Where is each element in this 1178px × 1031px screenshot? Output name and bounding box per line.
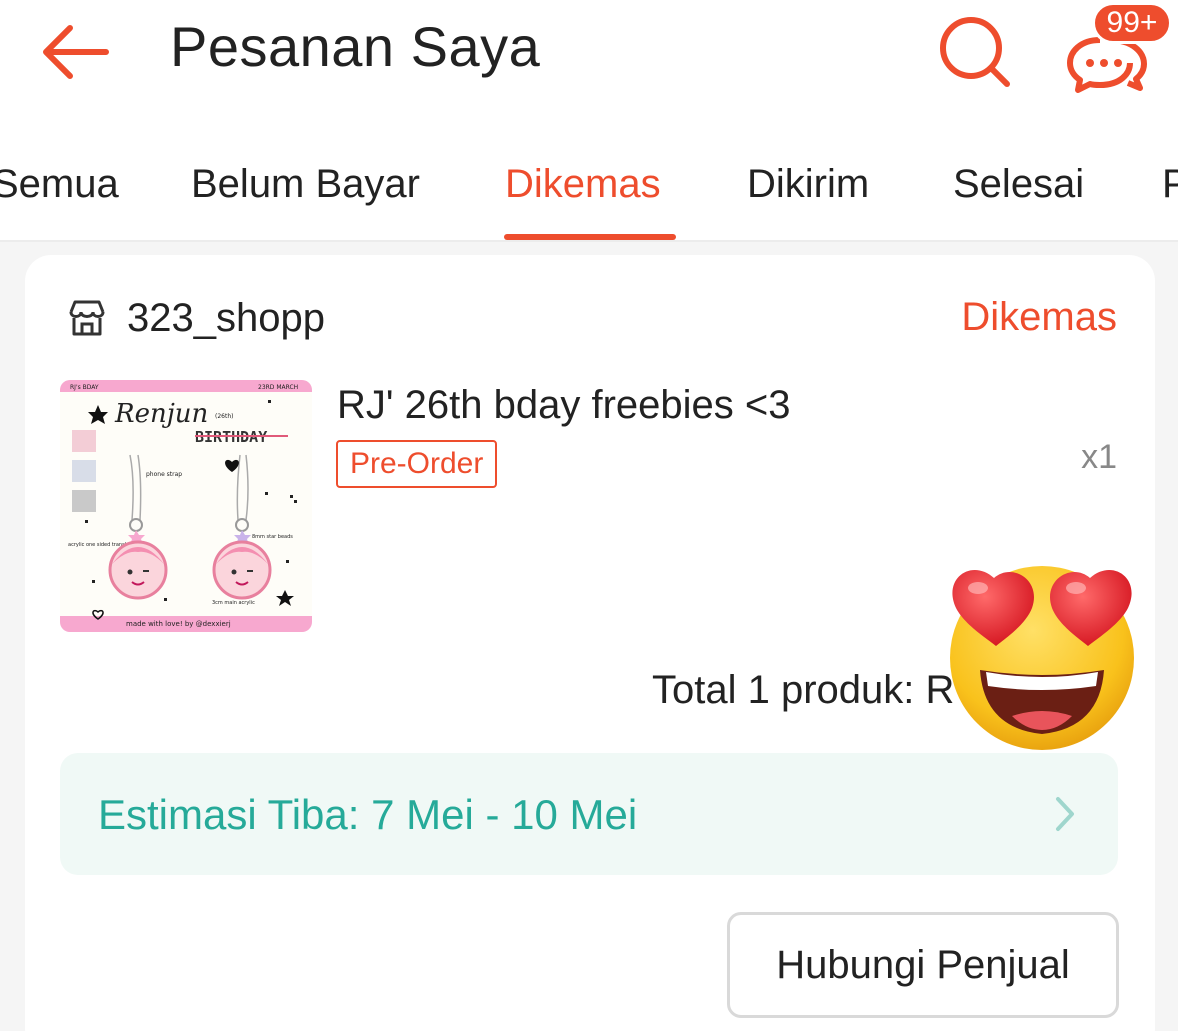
image-footer: made with love! by @dexxierj bbox=[126, 620, 231, 628]
image-label-main-acrylic: 3cm main acrylic bbox=[212, 600, 255, 606]
tab-dikirim[interactable]: Dikirim bbox=[747, 162, 869, 207]
product-quantity: x1 bbox=[1081, 438, 1117, 476]
product-image: RJ's BDAY 23RD MARCH Renjun (26th) BIRTH… bbox=[60, 380, 312, 632]
page-title: Pesanan Saya bbox=[170, 15, 541, 78]
search-icon bbox=[940, 17, 1010, 87]
search-button[interactable] bbox=[935, 12, 1015, 92]
preorder-badge: Pre-Order bbox=[336, 440, 498, 488]
back-button[interactable] bbox=[30, 12, 120, 92]
order-status-tabs: Semua Belum Bayar Dikemas Dikirim Selesa… bbox=[0, 120, 1178, 242]
active-tab-indicator bbox=[504, 234, 676, 240]
tab-dikemas[interactable]: Dikemas bbox=[505, 162, 661, 207]
contact-seller-button[interactable]: Hubungi Penjual bbox=[727, 912, 1119, 1018]
delivery-estimate-text: Estimasi Tiba: 7 Mei - 10 Mei bbox=[98, 791, 638, 838]
shop-name: 323_shopp bbox=[127, 295, 325, 340]
heart-eyes-emoji bbox=[950, 566, 1134, 750]
store-icon bbox=[69, 300, 105, 336]
tab-belum-bayar[interactable]: Belum Bayar bbox=[191, 162, 420, 207]
image-label-star-beads: 8mm star beads bbox=[252, 534, 293, 540]
tab-next-partial[interactable]: P bbox=[1162, 162, 1178, 207]
product-thumbnail[interactable]: RJ's BDAY 23RD MARCH Renjun (26th) BIRTH… bbox=[60, 380, 312, 632]
top-app-bar: Pesanan Saya 99+ bbox=[0, 0, 1178, 120]
tab-semua[interactable]: Semua bbox=[0, 162, 119, 207]
image-label-phone-strap: phone strap bbox=[146, 471, 182, 478]
tab-selesai[interactable]: Selesai bbox=[953, 162, 1084, 207]
delivery-estimate-row[interactable]: Estimasi Tiba: 7 Mei - 10 Mei bbox=[60, 753, 1118, 875]
order-status: Dikemas bbox=[961, 295, 1117, 339]
image-name-script: Renjun bbox=[114, 399, 208, 429]
image-header-left: RJ's BDAY bbox=[70, 384, 99, 391]
image-header-right: 23RD MARCH bbox=[258, 384, 298, 391]
shop-header[interactable]: 323_shopp bbox=[65, 293, 325, 343]
chevron-right-icon bbox=[1056, 797, 1074, 831]
product-name[interactable]: RJ' 26th bday freebies <3 bbox=[337, 383, 790, 428]
order-total: Total 1 produk: R bbox=[652, 668, 955, 712]
chat-badge: 99+ bbox=[1092, 2, 1172, 44]
arrow-left-icon bbox=[43, 25, 109, 79]
image-name-sup: (26th) bbox=[215, 413, 233, 420]
